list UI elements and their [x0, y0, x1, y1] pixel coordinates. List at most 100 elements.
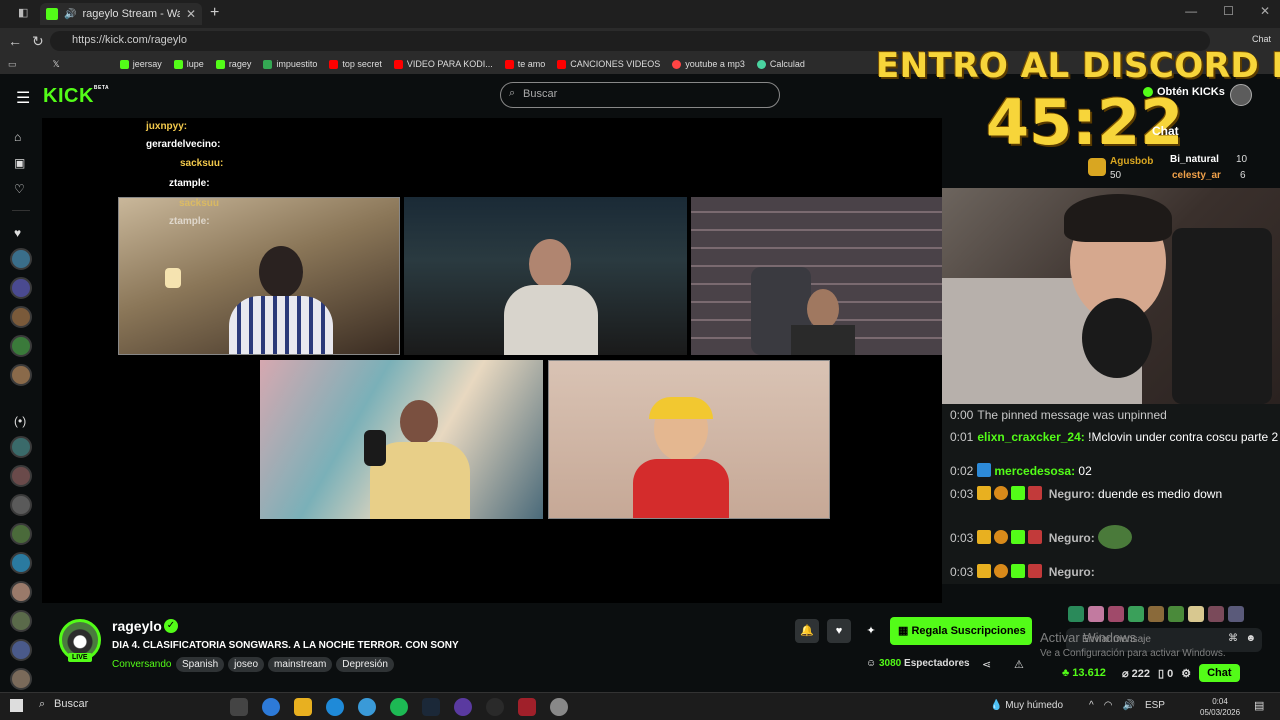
kick-emote-icon[interactable]: ⌘	[1228, 633, 1238, 644]
tag[interactable]: joseo	[228, 657, 265, 672]
chat-username[interactable]: mercedesosa:	[994, 464, 1075, 478]
app-icon[interactable]	[550, 698, 568, 716]
kick-logo[interactable]: KICKBETA	[43, 85, 109, 108]
emote[interactable]	[1088, 606, 1104, 622]
steam-icon[interactable]	[422, 698, 440, 716]
video-app-icon[interactable]	[518, 698, 536, 716]
recommended-channel-avatar[interactable]	[10, 581, 32, 603]
edge-beta-icon[interactable]	[358, 698, 376, 716]
bookmark-item[interactable]: youtube a mp3	[672, 59, 745, 69]
gifter-name[interactable]: celesty_ar	[1172, 170, 1221, 181]
sparkle-icon[interactable]: ✦	[859, 619, 883, 643]
share-icon[interactable]: ⋖	[982, 658, 991, 671]
emote[interactable]	[1128, 606, 1144, 622]
emote[interactable]	[1068, 606, 1084, 622]
profile-chat-label[interactable]: Chat	[1252, 34, 1271, 44]
recommended-channel-avatar[interactable]	[10, 436, 32, 458]
recommended-channel-avatar[interactable]	[10, 494, 32, 516]
bookmark-icon[interactable]: ▭	[8, 59, 17, 70]
recommended-channel-avatar[interactable]	[10, 523, 32, 545]
emote[interactable]	[1148, 606, 1164, 622]
user-avatar[interactable]	[1230, 84, 1252, 106]
language-indicator[interactable]: ESP	[1145, 700, 1165, 711]
search-input[interactable]: ⌕ Buscar	[500, 82, 780, 108]
recommended-channel-avatar[interactable]	[10, 610, 32, 632]
x-icon[interactable]: 𝕏	[53, 59, 60, 70]
tag[interactable]: Spanish	[176, 657, 225, 672]
following-icon[interactable]: ♡	[14, 182, 25, 196]
reload-icon[interactable]: ↻	[32, 33, 44, 50]
emote[interactable]	[1228, 606, 1244, 622]
emote[interactable]	[1108, 606, 1124, 622]
gifter-name[interactable]: Bi_natural	[1170, 154, 1219, 165]
windows-start-icon[interactable]	[10, 699, 23, 712]
tray-chevron-icon[interactable]: ^	[1089, 700, 1094, 711]
sidebar-toggle-icon[interactable]: ◧	[18, 6, 28, 19]
badge-count[interactable]: ▯ 0	[1158, 667, 1173, 680]
bookmark-item[interactable]: ragey	[215, 59, 251, 69]
volume-icon[interactable]: 🔊	[1122, 700, 1134, 711]
emote[interactable]	[1188, 606, 1204, 622]
obs-icon[interactable]	[486, 698, 504, 716]
chat-username[interactable]: Negurо:	[1049, 565, 1095, 579]
discord-icon[interactable]	[454, 698, 472, 716]
emote[interactable]	[1208, 606, 1224, 622]
new-tab-button[interactable]: +	[210, 4, 219, 22]
minimize-icon[interactable]: —	[1185, 4, 1197, 18]
chat-settings-icon[interactable]: ⚙	[1181, 667, 1191, 680]
bookmark-item[interactable]: lupe	[173, 59, 204, 69]
notifications-icon[interactable]: ▤	[1254, 699, 1264, 712]
recommended-channel-avatar[interactable]	[10, 668, 32, 690]
chat-username[interactable]: Negurо:	[1049, 531, 1095, 545]
clock[interactable]: 0:04 05/03/2026	[1200, 696, 1240, 718]
report-icon[interactable]: ⚠	[1014, 658, 1024, 671]
bookmark-item[interactable]: te amo	[504, 59, 545, 69]
task-view-icon[interactable]	[230, 698, 248, 716]
recommended-channel-avatar[interactable]	[10, 465, 32, 487]
close-window-icon[interactable]: ✕	[1260, 4, 1270, 18]
close-tab-icon[interactable]: ✕	[186, 7, 196, 21]
speaker-icon[interactable]: 🔊	[64, 9, 76, 20]
follow-heart-icon[interactable]: ♥	[827, 619, 851, 643]
send-chat-button[interactable]: Chat	[1199, 664, 1240, 682]
video-player[interactable]: juxnpyy: gerardelvecino: sacksuu: ztampl…	[42, 118, 942, 603]
browse-icon[interactable]: ▣	[14, 156, 25, 170]
bookmark-item[interactable]: jeersay	[119, 59, 162, 69]
chat-username[interactable]: elixn_craxcker_24:	[977, 430, 1084, 444]
tag[interactable]: mainstream	[268, 657, 333, 672]
menu-icon[interactable]: ☰	[16, 88, 30, 108]
followed-channel-avatar[interactable]	[10, 277, 32, 299]
stream-category[interactable]: Conversando	[112, 659, 171, 670]
weather-widget[interactable]: 💧 Muy húmedo	[990, 700, 1063, 711]
back-icon[interactable]: ←	[8, 33, 22, 49]
recommended-channel-avatar[interactable]	[10, 552, 32, 574]
maximize-icon[interactable]: ☐	[1223, 4, 1234, 18]
points-balance[interactable]: ⌀ 222	[1122, 667, 1150, 680]
browser-tab[interactable]: 🔊 rageylo Stream - Watch Live o ✕	[40, 3, 202, 25]
file-explorer-icon[interactable]	[294, 698, 312, 716]
home-icon[interactable]: ⌂	[14, 130, 21, 144]
followed-channel-avatar[interactable]	[10, 364, 32, 386]
bookmark-item[interactable]: Calculad	[756, 59, 805, 69]
bookmark-item[interactable]: CANCIONES VIDEOS	[557, 59, 660, 69]
bookmark-item[interactable]: VIDEO PARA KODI...	[393, 59, 493, 69]
chat-username[interactable]: Negurо:	[1049, 487, 1095, 501]
followed-channel-avatar[interactable]	[10, 335, 32, 357]
recommended-channel-avatar[interactable]	[10, 639, 32, 661]
wifi-icon[interactable]: ◠	[1104, 700, 1113, 711]
tag[interactable]: Depresión	[336, 657, 394, 672]
edge-icon[interactable]	[262, 698, 280, 716]
emoji-icon[interactable]: ☻	[1245, 633, 1256, 644]
spotify-icon[interactable]	[390, 698, 408, 716]
emote[interactable]	[1168, 606, 1184, 622]
notification-bell-icon[interactable]: 🔔	[795, 619, 819, 643]
kicks-balance[interactable]: ♣ 13.612	[1062, 667, 1106, 679]
gift-subscriptions-button[interactable]: ▦ Regala Suscripciones	[890, 617, 1032, 645]
gifter-name[interactable]: Agusbob	[1110, 156, 1153, 167]
taskbar-search[interactable]: ⌕ Buscar	[34, 698, 214, 716]
followed-channel-avatar[interactable]	[10, 248, 32, 270]
channel-name[interactable]: rageylo	[112, 618, 162, 634]
bookmark-item[interactable]: impuestito	[263, 59, 317, 69]
edge-browser-icon[interactable]	[326, 698, 344, 716]
bookmark-item[interactable]: top secret	[329, 59, 382, 69]
